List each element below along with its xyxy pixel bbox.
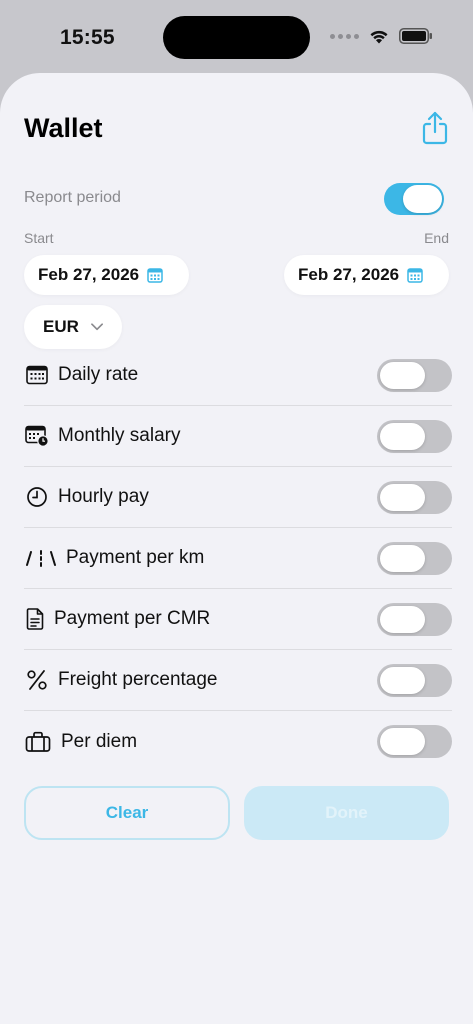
- pay-type-label: Payment per CMR: [54, 608, 211, 629]
- report-period-label: Report period: [24, 189, 121, 206]
- payment-per-cmr-toggle[interactable]: [377, 603, 452, 636]
- status-icons: [330, 28, 433, 44]
- document-icon: [24, 606, 46, 632]
- share-button[interactable]: [421, 111, 449, 145]
- end-label: End: [424, 230, 449, 246]
- per-diem-toggle[interactable]: [377, 725, 452, 758]
- currency-selector[interactable]: EUR: [24, 305, 122, 349]
- pay-type-row-daily-rate: Daily rate: [24, 345, 452, 406]
- sheet-title: Wallet: [24, 113, 103, 143]
- status-time: 15:55: [60, 26, 115, 49]
- pay-type-label: Per diem: [61, 730, 138, 752]
- daily-rate-toggle[interactable]: [377, 359, 452, 392]
- cellular-signal-icon: [330, 33, 359, 39]
- chevron-down-icon: [90, 323, 103, 331]
- end-date-picker[interactable]: Feb 27, 2026: [284, 255, 449, 295]
- pay-type-label: Freight percentage: [58, 669, 218, 690]
- pay-type-row-monthly-salary: Monthly salary: [24, 406, 452, 467]
- calendar-clock-icon: [24, 423, 50, 449]
- hourly-pay-toggle[interactable]: [377, 481, 452, 514]
- start-date-value: Feb 27, 2026: [38, 265, 140, 284]
- battery-icon: [399, 28, 432, 44]
- dynamic-island: [163, 16, 310, 59]
- status-bar: 15:55: [0, 0, 473, 72]
- pay-type-label: Daily rate: [58, 364, 139, 385]
- wallet-sheet: Wallet Report period Start End Feb 27, 2…: [0, 73, 473, 1024]
- pay-type-label: Payment per km: [66, 547, 205, 568]
- road-icon: [24, 545, 58, 571]
- start-label: Start: [24, 230, 54, 246]
- pay-type-row-hourly-pay: Hourly pay: [24, 467, 452, 528]
- pay-type-row-freight-percentage: Freight percentage: [24, 650, 452, 711]
- clear-button[interactable]: Clear: [24, 786, 230, 840]
- done-button[interactable]: Done: [244, 786, 449, 840]
- percent-icon: [24, 667, 50, 693]
- calendar-icon: [407, 268, 423, 283]
- pay-type-label: Monthly salary: [58, 425, 181, 446]
- clock-icon: [24, 484, 50, 510]
- freight-percentage-toggle[interactable]: [377, 664, 452, 697]
- currency-value: EUR: [43, 317, 79, 336]
- pay-type-row-payment-per-km: Payment per km: [24, 528, 452, 589]
- pay-type-row-payment-per-cmr: Payment per CMR: [24, 589, 452, 650]
- suitcase-icon: [24, 729, 52, 755]
- monthly-salary-toggle[interactable]: [377, 420, 452, 453]
- start-date-picker[interactable]: Feb 27, 2026: [24, 255, 189, 295]
- calendar-icon: [24, 362, 50, 388]
- report-period-toggle[interactable]: [384, 183, 444, 215]
- payment-per-km-toggle[interactable]: [377, 542, 452, 575]
- end-date-value: Feb 27, 2026: [298, 265, 400, 284]
- wifi-icon: [370, 30, 388, 44]
- pay-type-row-per-diem: Per diem: [24, 711, 452, 772]
- pay-type-label: Hourly pay: [58, 486, 149, 507]
- pay-type-list: Daily rate Monthly salary Hourly pay Pay…: [24, 345, 452, 772]
- calendar-icon: [147, 268, 163, 283]
- share-icon: [422, 111, 448, 145]
